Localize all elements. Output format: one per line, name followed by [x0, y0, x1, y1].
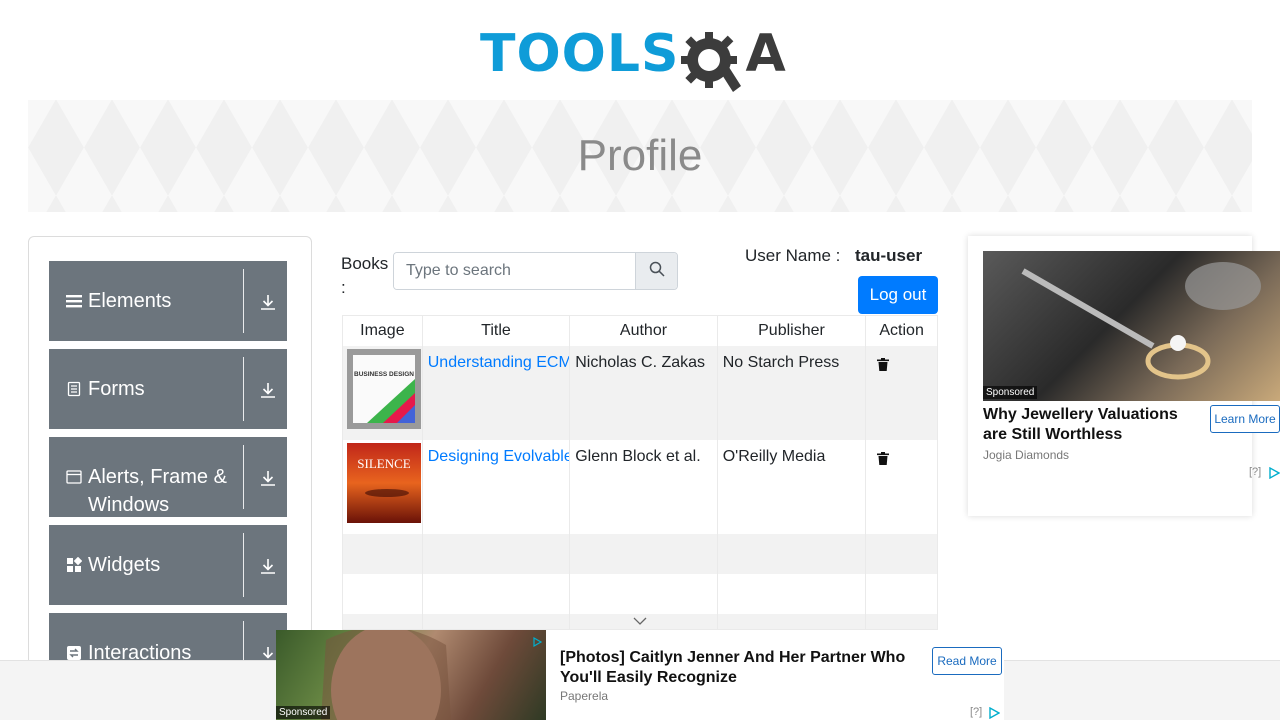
divider	[243, 269, 244, 333]
book-title-link[interactable]: Understanding ECMAScript 6	[428, 354, 570, 371]
divider	[243, 357, 244, 421]
table-header: Image Title Author Publisher Action	[343, 316, 937, 346]
interactions-icon	[66, 645, 82, 660]
table-row: BUSINESS DESIGN Understanding ECMAScript…	[343, 346, 937, 440]
read-more-button[interactable]: Read More	[932, 647, 1002, 675]
ad-image	[983, 251, 1280, 401]
widgets-icon	[66, 556, 83, 573]
sidebar-group-label: Interactions	[88, 642, 192, 660]
sidebar-group-widgets[interactable]: Widgets	[49, 525, 287, 605]
sidebar-group-forms[interactable]: Forms	[49, 349, 287, 429]
table-row-empty	[343, 574, 937, 614]
window-icon	[66, 469, 82, 485]
action-cell	[866, 346, 937, 440]
delete-icon[interactable]	[877, 452, 890, 470]
divider	[243, 533, 244, 597]
download-icon	[259, 469, 277, 487]
username-label: User Name :	[745, 246, 841, 265]
sidebar-group-interactions[interactable]: Interactions	[49, 613, 287, 660]
book-cover-text: BUSINESS DESIGN	[354, 371, 414, 378]
action-cell	[866, 440, 937, 534]
sidebar-group-label: Elements	[88, 290, 172, 312]
toolsqa-logo[interactable]: TOOLS A	[480, 16, 805, 92]
download-icon	[259, 293, 277, 311]
column-header-author[interactable]: Author	[570, 316, 718, 346]
advertisement-bottom[interactable]: Sponsored [Photos] Caitlyn Jenner And He…	[276, 625, 1004, 725]
sidebar-group-elements[interactable]: Elements	[49, 261, 287, 341]
book-cover-cell: SILENCE	[343, 440, 423, 534]
table-row-empty	[343, 534, 937, 574]
book-author-cell: Nicholas C. Zakas	[570, 346, 718, 440]
logo-text: TOOLS	[480, 24, 680, 84]
adchoices-link[interactable]: [?]	[1249, 466, 1261, 478]
sponsored-badge: Sponsored	[983, 386, 1038, 399]
book-author-cell: Glenn Block et al.	[570, 440, 718, 534]
column-header-action[interactable]: Action	[866, 316, 937, 346]
book-publisher-cell: O'Reilly Media	[718, 440, 867, 534]
adchoices-link[interactable]: [?]	[970, 706, 982, 718]
advertisement-right[interactable]: Sponsored Why Jewellery Valuations are S…	[968, 236, 1280, 516]
adchoices-icon[interactable]	[532, 634, 543, 652]
ring-image	[1021, 262, 1261, 380]
download-icon	[259, 381, 277, 399]
download-icon	[259, 557, 277, 575]
sidebar-group-label: Forms	[88, 378, 145, 400]
column-header-title[interactable]: Title	[423, 316, 571, 346]
sidebar-group-label: Alerts, Frame & Windows	[88, 466, 227, 516]
logo-a: A	[745, 24, 786, 84]
ad-brand: Paperela	[560, 689, 609, 703]
page-title: Profile	[577, 131, 703, 180]
divider	[243, 445, 244, 509]
delete-icon[interactable]	[877, 358, 890, 376]
sidebar-group-alerts-frame-windows[interactable]: Alerts, Frame & Windows	[49, 437, 287, 517]
ad-title[interactable]: Why Jewellery Valuations are Still Worth…	[983, 405, 1198, 445]
sidebar-group-label: Widgets	[88, 554, 161, 576]
logout-button[interactable]: Log out	[858, 276, 938, 314]
books-label: Books :	[341, 254, 389, 297]
adchoices-icon[interactable]	[988, 706, 1001, 724]
ad-brand: Jogia Diamonds	[983, 448, 1070, 462]
download-icon	[259, 645, 277, 660]
book-cover-image: BUSINESS DESIGN	[347, 349, 421, 429]
adchoices-icon[interactable]	[1268, 466, 1280, 484]
book-title-cell: Understanding ECMAScript 6	[423, 346, 571, 440]
menu-icon	[66, 293, 82, 309]
book-cover-image: SILENCE	[347, 443, 421, 523]
search-box	[393, 252, 678, 290]
sponsored-badge: Sponsored	[276, 706, 331, 719]
book-publisher-cell: No Starch Press	[718, 346, 867, 440]
gear-icon	[681, 24, 742, 92]
document-icon	[66, 381, 82, 397]
search-icon	[649, 261, 665, 282]
page-banner: Profile	[28, 100, 1252, 212]
book-title-cell: Designing Evolvable Web APIs with ASP.NE…	[423, 440, 571, 534]
search-input[interactable]	[394, 253, 635, 289]
books-table: Image Title Author Publisher Action BUSI…	[342, 315, 938, 630]
column-header-image[interactable]: Image	[343, 316, 423, 346]
book-title-link[interactable]: Designing Evolvable Web APIs with ASP.NE…	[428, 448, 570, 465]
learn-more-button[interactable]: Learn More	[1210, 405, 1280, 433]
ad-title[interactable]: [Photos] Caitlyn Jenner And Her Partner …	[560, 648, 920, 688]
search-button[interactable]	[635, 253, 677, 289]
column-header-publisher[interactable]: Publisher	[718, 316, 867, 346]
divider	[243, 621, 244, 660]
table-row: SILENCE Designing Evolvable Web APIs wit…	[343, 440, 937, 534]
book-cover-cell: BUSINESS DESIGN	[343, 346, 423, 440]
username-value: tau-user	[855, 246, 923, 265]
book-cover-text: SILENCE	[357, 456, 411, 471]
